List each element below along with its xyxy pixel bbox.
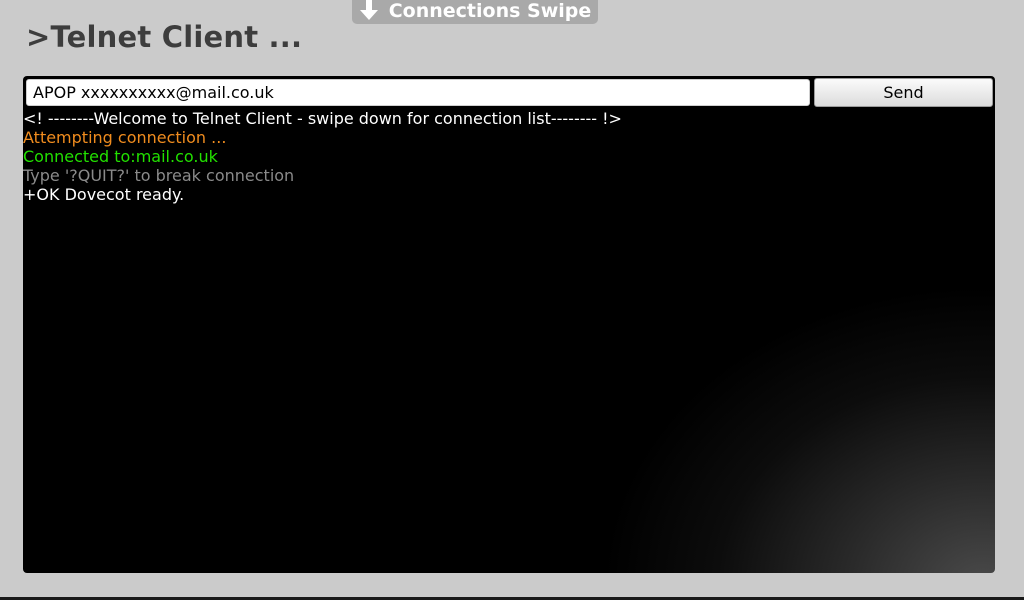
send-button[interactable]: Send: [814, 78, 993, 107]
connections-swipe-label: Connections Swipe: [388, 0, 592, 22]
log-line-server-response: +OK Dovecot ready.: [23, 185, 185, 204]
log-line-connected: Connected to:mail.co.uk: [23, 147, 218, 166]
log-line-attempting: Attempting connection ...: [23, 128, 227, 147]
console-panel: Send <! --------Welcome to Telnet Client…: [23, 76, 995, 573]
connections-swipe-tab[interactable]: Connections Swipe: [352, 0, 598, 24]
arrow-down-icon: [359, 0, 379, 21]
page-title: >Telnet Client ...: [26, 20, 303, 54]
log-line-welcome: <! --------Welcome to Telnet Client - sw…: [23, 109, 622, 128]
command-input[interactable]: [26, 79, 810, 106]
telnet-client-app: Connections Swipe >Telnet Client ... Sen…: [0, 0, 1024, 600]
log-line-quit-hint: Type '?QUIT?' to break connection: [23, 166, 295, 185]
console-log: <! --------Welcome to Telnet Client - sw…: [23, 109, 983, 204]
